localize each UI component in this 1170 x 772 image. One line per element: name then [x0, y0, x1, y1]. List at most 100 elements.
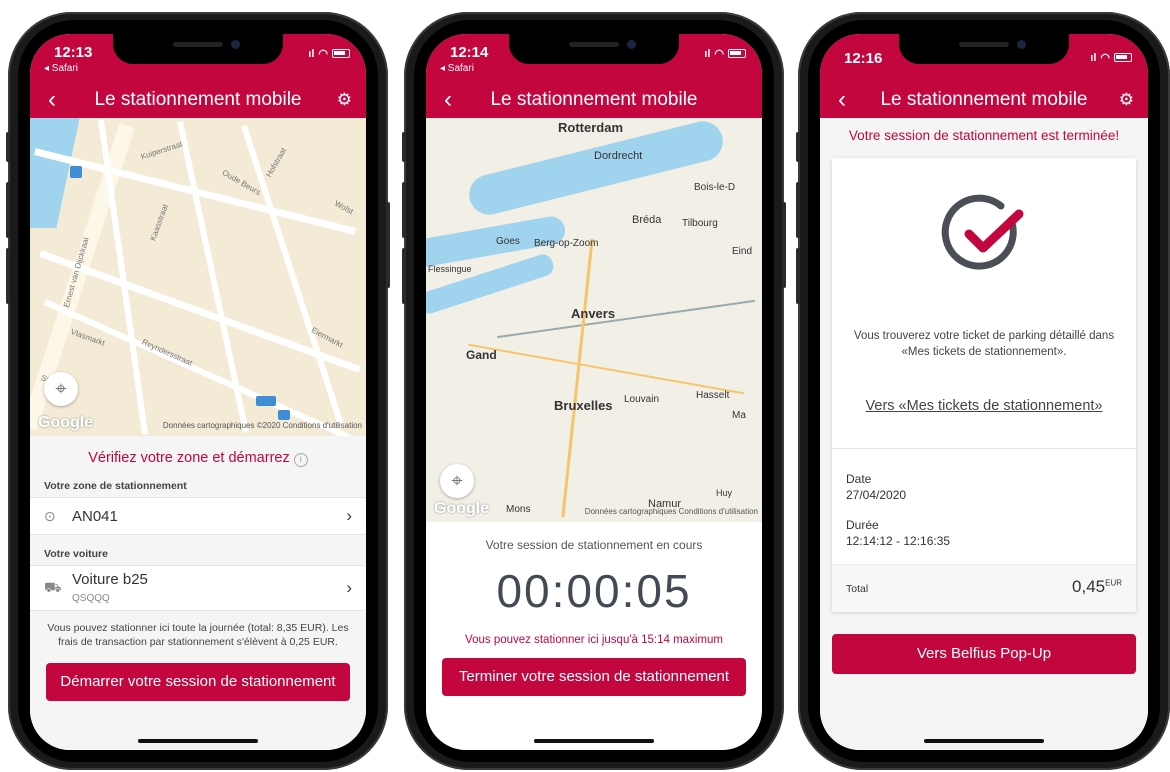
city-label: Berg-op-Zoom [534, 238, 599, 249]
city-label: Anvers [571, 306, 616, 321]
phone-frame-1: 12:13 ◂ Safari ıl ◠ ‹ Le stationnement m… [6, 12, 390, 770]
city-label: Huy [716, 488, 733, 498]
nav-title: Le stationnement mobile [490, 89, 698, 110]
crosshair-icon: ⌖ [451, 469, 463, 492]
gear-icon[interactable]: ⚙ [337, 90, 352, 110]
city-label: Bois-le-D [694, 182, 736, 193]
street-label: Kaasstraat [148, 202, 170, 243]
city-label: Bruxelles [554, 398, 613, 413]
city-label: Tilbourg [682, 218, 718, 229]
home-indicator [924, 739, 1044, 743]
session-ended-message: Votre session de stationnement est termi… [848, 128, 1120, 143]
street-label: Wolst [333, 198, 355, 217]
signal-icon: ıl [308, 47, 315, 60]
duration-label: Durée [846, 518, 879, 532]
parking-icon [256, 396, 276, 406]
street-label: Kuiperstraat [139, 139, 184, 162]
city-label: Flessingue [428, 264, 472, 274]
home-indicator [534, 739, 654, 743]
city-label: Gand [466, 348, 497, 362]
wifi-icon: ◠ [318, 48, 328, 60]
nav-title: Le stationnement mobile [880, 89, 1088, 110]
status-time: 12:14 [450, 44, 489, 61]
belfius-popup-button[interactable]: Vers Belfius Pop-Up [832, 634, 1136, 674]
total-value: 0,45 [1072, 577, 1106, 596]
nav-bar: ‹ Le stationnement mobile [426, 82, 762, 118]
sheet-title-text: Vérifiez votre zone et démarrez [88, 450, 290, 466]
back-chevron-icon[interactable]: ‹ [838, 86, 846, 114]
zone-section-label: Votre zone de stationnement [30, 475, 366, 497]
car-name: Voiture b25 [72, 571, 148, 588]
total-label: Total [846, 583, 869, 595]
city-label: Rotterdam [558, 120, 624, 135]
car-details: Voiture b25 QSQQQ [72, 571, 346, 605]
screen-session-ended: 12:16 ıl ◠ ‹ Le stationnement mobile ⚙ V… [820, 34, 1148, 750]
home-indicator [138, 739, 258, 743]
location-pin-icon: ⊙ [44, 507, 56, 524]
screen-start-session: 12:13 ◂ Safari ıl ◠ ‹ Le stationnement m… [30, 34, 366, 750]
crosshair-icon: ⌖ [55, 377, 67, 400]
total-amount: 0,45EUR [1072, 577, 1122, 597]
chevron-right-icon: › [346, 506, 352, 525]
wifi-icon: ◠ [714, 48, 724, 60]
duration-value: 12:14:12 - 12:16:35 [846, 534, 951, 548]
zone-selector[interactable]: ⊙ AN041 › [30, 497, 366, 535]
screen-active-session: 12:14 ◂ Safari ıl ◠ ‹ Le stationnement m… [426, 34, 762, 750]
sheet-title: Vérifiez votre zone et démarrez i [30, 436, 366, 467]
my-tickets-link[interactable]: Vers «Mes tickets de stationnement» [832, 398, 1136, 414]
max-time-info: Vous pouvez stationner ici jusqu'à 15:14… [465, 634, 723, 646]
ticket-info: Vous trouverez votre ticket de parking d… [853, 330, 1115, 359]
zone-map[interactable]: Kuiperstraat Hofstraat Oude Beurs Kaasst… [30, 118, 366, 436]
status-icons: ıl ◠ [704, 47, 746, 60]
city-label: Goes [496, 236, 520, 247]
back-to-safari[interactable]: ◂ Safari [440, 63, 474, 74]
zone-value: AN041 [72, 507, 118, 525]
status-icons: ıl ◠ [308, 47, 350, 60]
city-label: Bréda [632, 214, 662, 226]
parking-icon [278, 410, 290, 420]
car-plate: QSQQQ [72, 593, 110, 604]
city-label: Eind [732, 246, 753, 257]
google-logo: Google [38, 414, 94, 431]
signal-icon: ıl [704, 47, 711, 60]
checkmark-icon [941, 194, 1024, 270]
map-credits[interactable]: Données cartographiques Conditions d'uti… [585, 507, 758, 516]
session-map[interactable]: Rotterdam Dordrecht Bois-le-D Bréda Tilb… [426, 118, 762, 522]
start-session-button[interactable]: Démarrer votre session de stationnement [46, 663, 350, 702]
city-label: Mons [506, 504, 531, 515]
nav-bar: ‹ Le stationnement mobile ⚙ [30, 82, 366, 118]
city-label: Louvain [624, 394, 660, 405]
date-label: Date [846, 472, 872, 486]
nav-title: Le stationnement mobile [94, 89, 302, 110]
car-selector[interactable]: ⛟ Voiture b25 QSQQQ › [30, 565, 366, 611]
date-value: 27/04/2020 [846, 488, 907, 502]
signal-icon: ıl [1090, 51, 1097, 64]
nav-bar: ‹ Le stationnement mobile ⚙ [820, 82, 1148, 118]
gear-icon[interactable]: ⚙ [1119, 90, 1134, 110]
street-label: Hofstraat [264, 146, 289, 179]
google-logo: Google [434, 500, 490, 517]
session-timer: 00:00:05 [496, 565, 692, 617]
back-to-safari[interactable]: ◂ Safari [44, 63, 78, 74]
locate-me-button[interactable]: ⌖ [44, 372, 78, 406]
ticket-card: Vous trouverez votre ticket de parking d… [832, 158, 1136, 612]
back-chevron-icon[interactable]: ‹ [444, 86, 452, 114]
phone-frame-3: 12:16 ıl ◠ ‹ Le stationnement mobile ⚙ V… [796, 12, 1170, 770]
city-label: Dordrecht [594, 150, 643, 162]
city-label: Hasselt [696, 390, 730, 401]
end-session-button[interactable]: Terminer votre session de stationnement [442, 658, 746, 696]
car-icon: ⛟ [44, 578, 62, 595]
total-currency: EUR [1105, 578, 1122, 588]
wifi-icon: ◠ [1100, 52, 1110, 64]
status-icons: ıl ◠ [1090, 51, 1132, 64]
locate-me-button[interactable]: ⌖ [440, 464, 474, 498]
map-credits[interactable]: Données cartographiques ©2020 Conditions… [163, 421, 362, 430]
total-row: Total 0,45EUR [832, 564, 1136, 612]
session-label: Votre session de stationnement en cours [485, 538, 703, 552]
back-chevron-icon[interactable]: ‹ [48, 86, 56, 114]
battery-icon [728, 49, 746, 58]
chevron-right-icon: › [346, 578, 352, 597]
status-time: 12:16 [844, 50, 883, 67]
city-label: Ma [732, 410, 746, 421]
info-icon[interactable]: i [293, 453, 308, 467]
